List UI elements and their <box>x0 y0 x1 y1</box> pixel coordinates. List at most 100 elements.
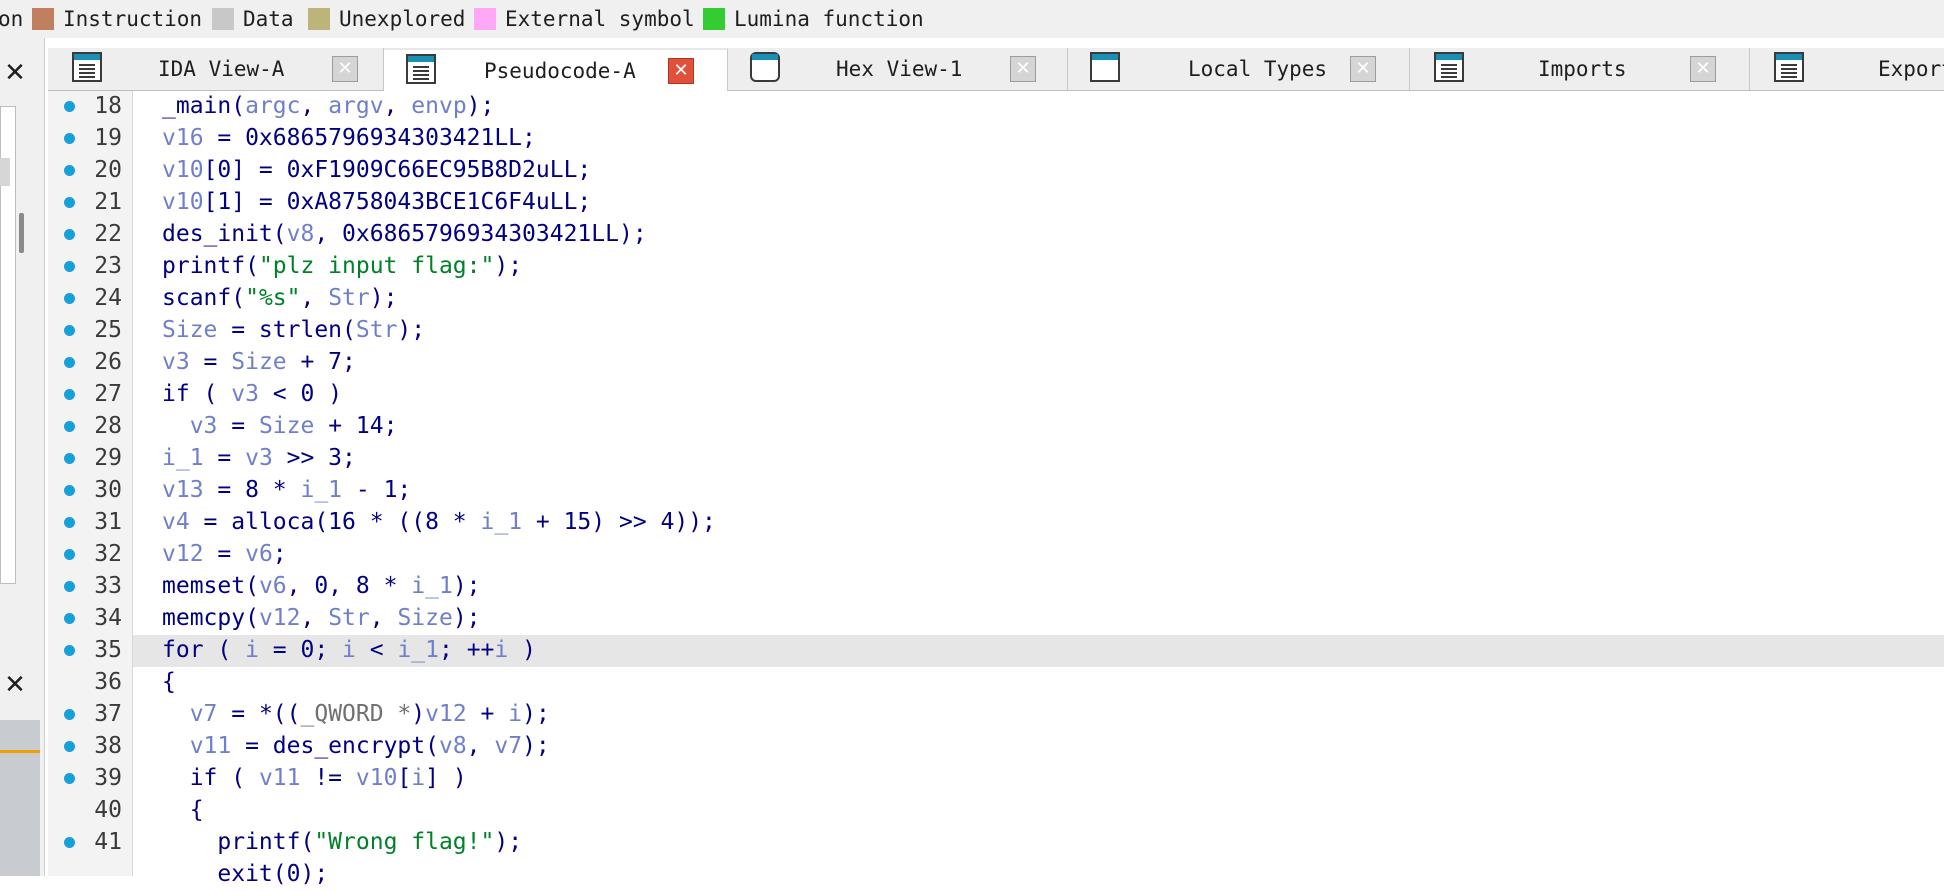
code-line[interactable]: 36 { <box>48 667 1944 699</box>
code-line[interactable]: 26 v3 = Size + 7; <box>48 347 1944 379</box>
code-text-cell: printf("Wrong flag!"); <box>133 827 1944 859</box>
code-line[interactable]: 30 v13 = 8 * i_1 - 1; <box>48 475 1944 507</box>
tab-label: IDA View-A <box>158 57 285 81</box>
code-text[interactable]: v4 = alloca(16 * ((8 * i_1 + 15) >> 4)); <box>162 509 716 535</box>
code-line[interactable]: 27 if ( v3 < 0 ) <box>48 379 1944 411</box>
code-line[interactable]: 39 if ( v11 != v10[i] ) <box>48 763 1944 795</box>
code-line[interactable]: 41 printf("Wrong flag!"); <box>48 827 1944 859</box>
code-line[interactable]: 22 des_init(v8, 0x6865796934303421LL); <box>48 219 1944 251</box>
imports-icon <box>1434 52 1464 82</box>
code-text-cell: printf("plz input flag:"); <box>133 251 1944 283</box>
graph-overview-pane[interactable] <box>0 720 40 876</box>
line-number: 32 <box>94 541 122 567</box>
close-tab-icon[interactable]: ✕ <box>332 56 358 82</box>
pseudocode-view[interactable]: 18 _main(argc, argv, envp); 19 v16 = 0x6865… <box>48 91 1944 887</box>
code-text[interactable]: { <box>162 797 204 823</box>
line-number: 29 <box>94 445 122 471</box>
code-text[interactable]: i_1 = v3 >> 3; <box>162 445 356 471</box>
tab-local-types[interactable]: Local Types ✕ <box>1068 48 1410 90</box>
code-text-cell: v3 = Size + 14; <box>133 411 1944 443</box>
close-tab-icon[interactable]: ✕ <box>668 58 694 84</box>
code-text[interactable]: memcpy(v12, Str, Size); <box>162 605 481 631</box>
tab-label: Local Types <box>1188 57 1328 81</box>
code-text-cell: v7 = *((_QWORD *)v12 + i); <box>133 699 1944 731</box>
code-text[interactable]: if ( v11 != v10[i] ) <box>162 765 467 791</box>
code-line[interactable]: 23 printf("plz input flag:"); <box>48 251 1944 283</box>
code-line[interactable]: 19 v16 = 0x6865796934303421LL; <box>48 123 1944 155</box>
code-text-cell: if ( v3 < 0 ) <box>133 379 1944 411</box>
unexplored-color-swatch <box>308 8 330 30</box>
code-text[interactable]: v3 = Size + 7; <box>162 349 356 375</box>
view-tab-bar: IDA View-A ✕ Pseudocode-A ✕ Hex View-1 ✕… <box>48 48 1944 91</box>
code-text[interactable]: v16 = 0x6865796934303421LL; <box>162 125 536 151</box>
line-number: 19 <box>94 125 122 151</box>
legend-label: Lumina function <box>734 7 924 31</box>
code-text-cell: v13 = 8 * i_1 - 1; <box>133 475 1944 507</box>
line-number: 26 <box>94 349 122 375</box>
legend-item-data: Data <box>212 6 294 32</box>
code-text-cell: v10[1] = 0xA8758043BCE1C6F4uLL; <box>133 187 1944 219</box>
tab-ida-view-a[interactable]: IDA View-A ✕ <box>48 48 384 90</box>
code-text[interactable]: if ( v3 < 0 ) <box>162 381 342 407</box>
code-text[interactable]: v7 = *((_QWORD *)v12 + i); <box>162 701 550 727</box>
types-icon <box>1090 52 1120 82</box>
close-tab-icon[interactable]: ✕ <box>1010 56 1036 82</box>
tab-imports[interactable]: Imports ✕ <box>1410 48 1750 90</box>
code-text[interactable]: v10[1] = 0xA8758043BCE1C6F4uLL; <box>162 189 591 215</box>
line-number: 21 <box>94 189 122 215</box>
code-line[interactable]: 38 v11 = des_encrypt(v8, v7); <box>48 731 1944 763</box>
code-text[interactable]: memset(v6, 0, 8 * i_1); <box>162 573 481 599</box>
code-text[interactable]: printf("Wrong flag!"); <box>162 829 522 855</box>
code-text-cell: v4 = alloca(16 * ((8 * i_1 + 15) >> 4)); <box>133 507 1944 539</box>
code-text[interactable]: { <box>162 669 176 695</box>
code-line[interactable]: 33 memset(v6, 0, 8 * i_1); <box>48 571 1944 603</box>
code-text[interactable]: v10[0] = 0xF1909C66EC95B8D2uLL; <box>162 157 591 183</box>
close-panel-icon[interactable]: ✕ <box>0 58 30 88</box>
code-text[interactable]: v13 = 8 * i_1 - 1; <box>162 477 411 503</box>
pseudocode-icon <box>406 54 436 84</box>
code-line[interactable]: 24 scanf("%s", Str); <box>48 283 1944 315</box>
vertical-scrollbar[interactable] <box>19 213 24 253</box>
line-number: 25 <box>94 317 122 343</box>
legend-item-external-symbol: External symbol <box>474 6 695 32</box>
code-text[interactable]: Size = strlen(Str); <box>162 317 425 343</box>
code-line[interactable]: 40 { <box>48 795 1944 827</box>
code-text[interactable]: v3 = Size + 14; <box>162 413 398 439</box>
tab-exports[interactable]: Export <box>1750 48 1944 90</box>
code-line[interactable]: 18 _main(argc, argv, envp); <box>48 91 1944 123</box>
code-line[interactable]: 20 v10[0] = 0xF1909C66EC95B8D2uLL; <box>48 155 1944 187</box>
line-number: 22 <box>94 221 122 247</box>
line-number: 41 <box>94 829 122 855</box>
line-number: 38 <box>94 733 122 759</box>
legend-label: External symbol <box>505 7 695 31</box>
code-text[interactable]: scanf("%s", Str); <box>162 285 397 311</box>
code-line[interactable]: 25 Size = strlen(Str); <box>48 315 1944 347</box>
code-text[interactable]: des_init(v8, 0x6865796934303421LL); <box>162 221 647 247</box>
close-panel-icon[interactable]: ✕ <box>0 670 30 700</box>
line-number: 30 <box>94 477 122 503</box>
code-line[interactable]: 32 v12 = v6; <box>48 539 1944 571</box>
code-line[interactable]: exit(0); <box>48 859 1944 891</box>
code-text-cell: memcpy(v12, Str, Size); <box>133 603 1944 635</box>
code-line[interactable]: 21 v10[1] = 0xA8758043BCE1C6F4uLL; <box>48 187 1944 219</box>
close-tab-icon[interactable]: ✕ <box>1690 56 1716 82</box>
code-line[interactable]: 37 v7 = *((_QWORD *)v12 + i); <box>48 699 1944 731</box>
tab-hex-view-1[interactable]: Hex View-1 ✕ <box>728 48 1068 90</box>
code-line[interactable]: 34 memcpy(v12, Str, Size); <box>48 603 1944 635</box>
code-line[interactable]: 28 v3 = Size + 14; <box>48 411 1944 443</box>
code-text[interactable]: printf("plz input flag:"); <box>162 253 522 279</box>
code-line[interactable]: 35 for ( i = 0; i < i_1; ++i ) <box>48 635 1944 667</box>
code-text[interactable]: exit(0); <box>162 861 328 887</box>
code-text[interactable]: for ( i = 0; i < i_1; ++i ) <box>162 637 536 663</box>
code-line[interactable]: 29 i_1 = v3 >> 3; <box>48 443 1944 475</box>
exports-icon <box>1774 52 1804 82</box>
code-line[interactable]: 31 v4 = alloca(16 * ((8 * i_1 + 15) >> 4)… <box>48 507 1944 539</box>
code-text[interactable]: v12 = v6; <box>162 541 287 567</box>
tab-pseudocode-a[interactable]: Pseudocode-A ✕ <box>384 48 728 91</box>
code-text[interactable]: v11 = des_encrypt(v8, v7); <box>162 733 550 759</box>
close-tab-icon[interactable]: ✕ <box>1350 56 1376 82</box>
code-text-cell: exit(0); <box>133 859 1944 891</box>
code-text[interactable]: _main(argc, argv, envp); <box>162 93 494 119</box>
graph-overview-marker <box>0 750 40 753</box>
selected-row-strip <box>0 158 10 186</box>
